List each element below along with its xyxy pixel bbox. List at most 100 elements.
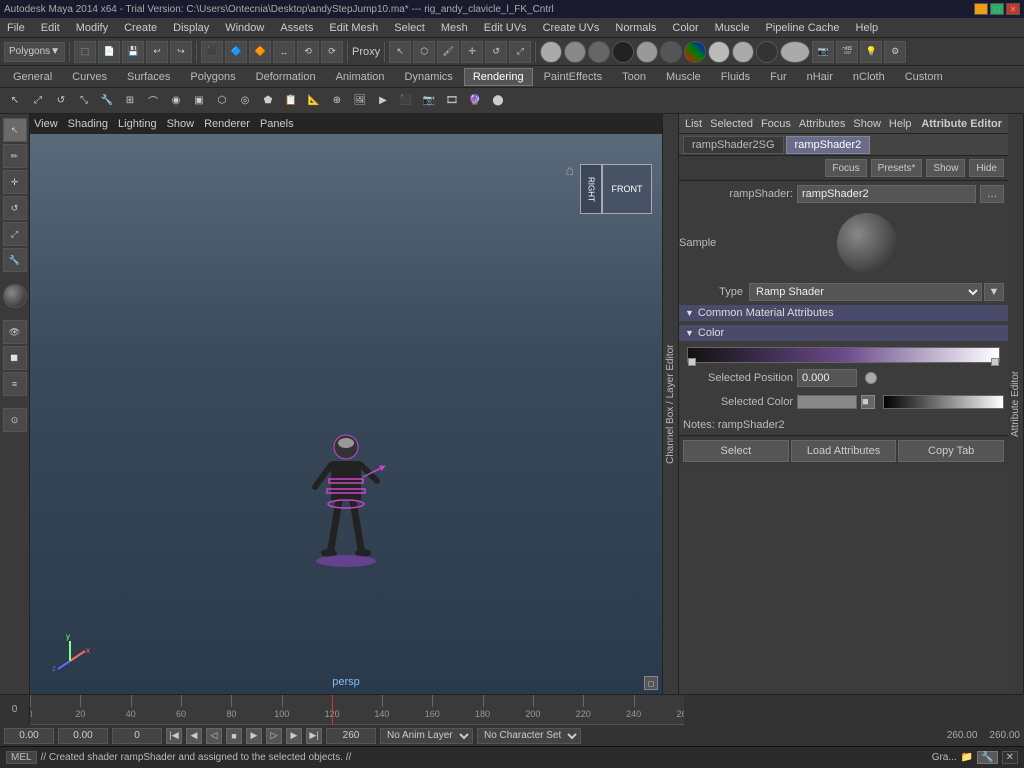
snap-grid-icon[interactable]: ⊞ (119, 90, 141, 112)
menu-mesh[interactable]: Mesh (438, 22, 471, 34)
show-button[interactable]: Show (926, 159, 965, 177)
menu-modify[interactable]: Modify (73, 22, 111, 34)
menu-assets[interactable]: Assets (277, 22, 316, 34)
hw-render-icon[interactable]: ⬤ (487, 90, 509, 112)
snap-point-icon[interactable]: ◉ (165, 90, 187, 112)
presets-button[interactable]: Presets* (871, 159, 923, 177)
tab-polygons[interactable]: Polygons (181, 68, 244, 86)
menu-create-uvs[interactable]: Create UVs (540, 22, 603, 34)
attr-menu-list[interactable]: List (685, 118, 702, 130)
anim-layer-dropdown[interactable]: No Anim Layer (380, 728, 473, 744)
menu-muscle[interactable]: Muscle (712, 22, 753, 34)
toolbar-sphere-9[interactable] (732, 41, 754, 63)
camera-icon[interactable]: 📷 (418, 90, 440, 112)
menu-normals[interactable]: Normals (612, 22, 659, 34)
shader-tab-sg[interactable]: rampShader2SG (683, 136, 784, 154)
menu-file[interactable]: File (4, 22, 28, 34)
toolbar-rotate[interactable]: ↺ (485, 41, 507, 63)
cube-right-face[interactable]: RIGHT (580, 164, 602, 214)
toolbar-cam[interactable]: 📷 (812, 41, 834, 63)
menu-select[interactable]: Select (391, 22, 428, 34)
toolbar-lasso[interactable]: ⬡ (413, 41, 435, 63)
render-icon[interactable]: ▶ (372, 90, 394, 112)
tab-general[interactable]: General (4, 68, 61, 86)
hypershade-icon[interactable]: 🔮 (464, 90, 486, 112)
tab-fur[interactable]: Fur (761, 68, 796, 86)
toolbar-sphere-11[interactable] (780, 41, 810, 63)
snap-view-icon[interactable]: ▣ (188, 90, 210, 112)
jump-end-btn[interactable]: ▶| (306, 728, 322, 744)
start-frame-input[interactable] (112, 728, 162, 744)
toolbar-sphere[interactable] (540, 41, 562, 63)
tab-nhair[interactable]: nHair (798, 68, 842, 86)
attr2-btn[interactable]: ⊙ (3, 408, 27, 432)
selected-color-swatch[interactable] (797, 395, 857, 409)
end-frame-input[interactable] (326, 728, 376, 744)
soft-select-icon[interactable]: ◎ (234, 90, 256, 112)
prev-key-btn[interactable]: ◁ (206, 728, 222, 744)
tab-custom[interactable]: Custom (896, 68, 952, 86)
taskbar-item-1[interactable]: Gra... (932, 752, 957, 763)
stop-btn[interactable]: ■ (226, 728, 242, 744)
toolbar-btn-11[interactable]: ⟳ (321, 41, 343, 63)
ramp-handle-right[interactable] (991, 358, 999, 366)
menu-edit-uvs[interactable]: Edit UVs (481, 22, 530, 34)
toolbar-select[interactable]: ↖ (389, 41, 411, 63)
toolbar-btn-7[interactable]: 🔷 (225, 41, 247, 63)
load-attributes-button[interactable]: Load Attributes (791, 440, 897, 462)
scale-tool-icon[interactable]: ⤡ (73, 90, 95, 112)
select-mode-btn[interactable]: ↖ (3, 118, 27, 142)
color-gradient-bar[interactable] (883, 395, 1004, 409)
color-section[interactable]: ▼ Color (679, 325, 1008, 341)
toolbar-btn-2[interactable]: 📄 (98, 41, 120, 63)
toolbar-btn-5[interactable]: ↪ (170, 41, 192, 63)
menu-color[interactable]: Color (669, 22, 701, 34)
menu-help[interactable]: Help (853, 22, 882, 34)
show-hide-btn[interactable]: 👁 (3, 320, 27, 344)
rotate-tool-icon[interactable]: ↺ (50, 90, 72, 112)
current-time-input[interactable] (4, 728, 54, 744)
paint-mode-btn[interactable]: ✏ (3, 144, 27, 168)
transform-icon[interactable]: ⊕ (326, 90, 348, 112)
menu-pipeline[interactable]: Pipeline Cache (763, 22, 843, 34)
attr-menu-help[interactable]: Help (889, 118, 912, 130)
toolbar-btn-4[interactable]: ↩ (146, 41, 168, 63)
toolbar-render[interactable]: 🎬 (836, 41, 858, 63)
taskbar-close[interactable]: ✕ (1002, 751, 1018, 764)
toolbar-btn-8[interactable]: 🔶 (249, 41, 271, 63)
viewport-corner-button[interactable]: ◻ (644, 676, 658, 690)
selected-position-input[interactable] (797, 369, 857, 387)
viewport-menu-renderer[interactable]: Renderer (204, 118, 250, 130)
toolbar-btn-1[interactable]: ⬚ (74, 41, 96, 63)
toolbar-multicolor[interactable] (684, 41, 706, 63)
show-manip-icon[interactable]: 🔧 (96, 90, 118, 112)
toolbar-btn-6[interactable]: ⬛ (201, 41, 223, 63)
rotate-btn[interactable]: ↺ (3, 196, 27, 220)
copy-tab-button[interactable]: Copy Tab (898, 440, 1004, 462)
construction-icon[interactable]: 📐 (303, 90, 325, 112)
toolbar-sphere-5[interactable] (636, 41, 658, 63)
toolbar-sphere-2[interactable] (564, 41, 586, 63)
tab-curves[interactable]: Curves (63, 68, 116, 86)
tab-dynamics[interactable]: Dynamics (396, 68, 462, 86)
ramp-handle-left[interactable] (688, 358, 696, 366)
toolbar-sphere-3[interactable] (588, 41, 610, 63)
tab-deformation[interactable]: Deformation (247, 68, 325, 86)
tab-ncloth[interactable]: nCloth (844, 68, 894, 86)
toolbar-sphere-dark[interactable] (612, 41, 634, 63)
next-key-btn[interactable]: ▷ (266, 728, 282, 744)
render-globals-icon[interactable]: 🖼 (349, 90, 371, 112)
layer-btn[interactable]: ≡ (3, 372, 27, 396)
snap-curve-icon[interactable]: ⌒ (142, 90, 164, 112)
toolbar-sphere-10[interactable] (756, 41, 778, 63)
tab-animation[interactable]: Animation (327, 68, 394, 86)
manip-btn[interactable]: 🔧 (3, 248, 27, 272)
frame-input[interactable] (58, 728, 108, 744)
shader-tab-main[interactable]: rampShader2 (786, 136, 871, 154)
maximize-button[interactable]: □ (990, 3, 1004, 15)
toolbar-sphere-8[interactable] (708, 41, 730, 63)
ramp-shader-input[interactable] (797, 185, 976, 203)
home-icon[interactable]: ⌂ (566, 162, 574, 178)
minimize-button[interactable]: − (974, 3, 988, 15)
hide-button[interactable]: Hide (969, 159, 1004, 177)
